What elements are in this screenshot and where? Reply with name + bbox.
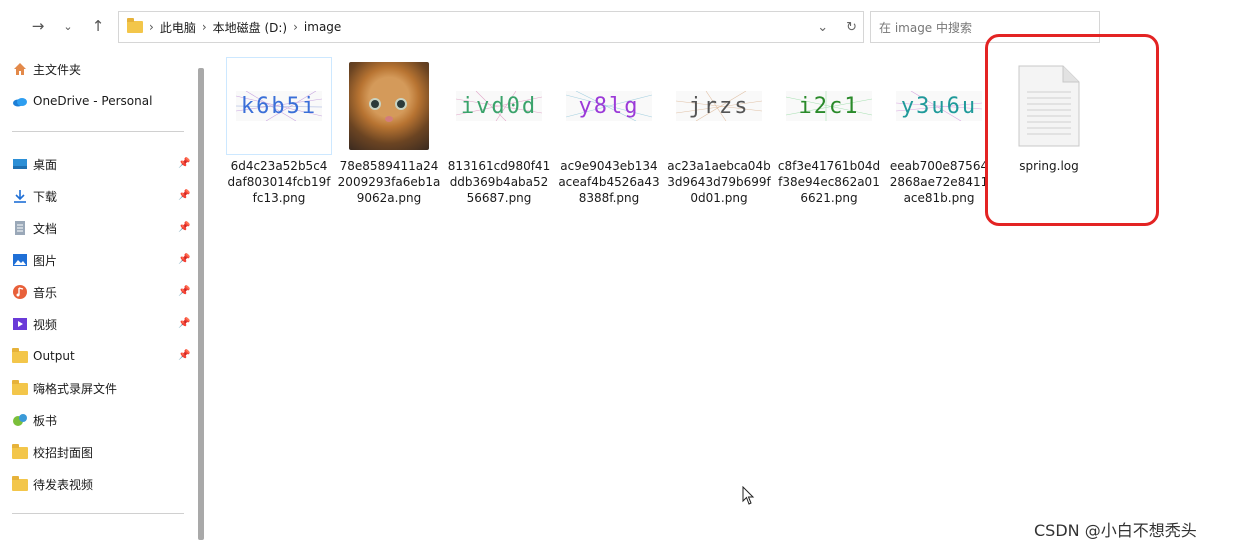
kitten-image	[349, 62, 429, 150]
file-thumbnail: y3u6u	[887, 58, 991, 154]
folder-icon	[12, 380, 28, 396]
file-item[interactable]: y3u6u eeab700e875642868ae72e8411ace81b.p…	[887, 58, 991, 206]
file-thumbnail: k6b5i	[226, 57, 332, 155]
pin-icon[interactable]: 📌	[178, 222, 190, 234]
music-icon	[13, 285, 27, 299]
navigation-pane: 主文件夹 OneDrive - Personal 桌面 📌 下载 📌 文档 📌 …	[0, 52, 208, 547]
chevron-right-icon: ›	[201, 20, 207, 34]
desktop-icon	[13, 159, 27, 169]
file-thumbnail: jrzs	[667, 58, 771, 154]
sidebar-item-desktop[interactable]: 桌面	[12, 153, 57, 175]
pin-icon[interactable]: 📌	[178, 190, 190, 202]
sidebar-item-documents[interactable]: 文档	[12, 217, 57, 239]
file-name: 6d4c23a52b5c4daf803014fcb19ffc13.png	[227, 159, 331, 205]
captcha-text: y8lg	[578, 93, 640, 119]
captcha-text: ivd0d	[460, 93, 538, 119]
pin-icon[interactable]: 📌	[178, 350, 190, 362]
sidebar-item-label: 图片	[33, 253, 58, 268]
sidebar-item-label: 桌面	[33, 157, 58, 172]
sidebar-item-label: 视频	[33, 317, 58, 332]
highlight-annotation	[985, 34, 1159, 226]
breadcrumb-item[interactable]: 此电脑	[160, 19, 196, 36]
folder-icon	[127, 18, 143, 33]
cloud-icon	[13, 98, 27, 107]
file-thumbnail: ivd0d	[447, 58, 551, 154]
sidebar-item-label: 文档	[33, 221, 58, 236]
file-item[interactable]: y8lg ac9e9043eb134aceaf4b4526a438388f.pn…	[557, 58, 661, 206]
file-name: eeab700e875642868ae72e8411ace81b.png	[889, 159, 989, 205]
app-icon	[13, 414, 27, 426]
recent-locations-button[interactable]: ⌄	[56, 14, 80, 38]
sidebar-item-music[interactable]: 音乐	[12, 281, 57, 303]
sidebar-item-downloads[interactable]: 下载	[12, 185, 57, 207]
sidebar-item-label: 待发表视频	[33, 477, 94, 492]
document-icon	[15, 221, 25, 235]
sidebar-item-videos[interactable]: 视频	[12, 313, 57, 335]
sidebar-item-onedrive[interactable]: OneDrive - Personal	[12, 90, 152, 112]
mouse-cursor-icon	[742, 486, 755, 505]
up-button[interactable]: ↑	[86, 14, 110, 38]
sidebar-item-home[interactable]: 主文件夹	[12, 58, 81, 80]
breadcrumb-item[interactable]: 本地磁盘 (D:)	[213, 19, 287, 36]
video-icon	[13, 318, 27, 330]
captcha-text: y3u6u	[900, 93, 978, 119]
file-thumbnail: y8lg	[557, 58, 661, 154]
sidebar-item-label: 主文件夹	[33, 62, 82, 77]
pin-icon[interactable]: 📌	[178, 254, 190, 266]
arrow-up-icon: ↑	[91, 17, 105, 35]
file-item[interactable]: k6b5i 6d4c23a52b5c4daf803014fcb19ffc13.p…	[226, 57, 332, 206]
pin-icon[interactable]: 📌	[178, 158, 190, 170]
sidebar-scrollbar[interactable]	[198, 68, 204, 540]
file-item[interactable]: i2c1 c8f3e41761b04df38e94ec862a016621.pn…	[777, 58, 881, 206]
chevron-right-icon: ›	[149, 20, 154, 34]
file-name: ac9e9043eb134aceaf4b4526a438388f.png	[558, 159, 660, 205]
file-thumbnail: i2c1	[777, 58, 881, 154]
sidebar-item-recording[interactable]: 嗨格式录屏文件	[12, 377, 117, 399]
watermark: CSDN @小白不想秃头	[1034, 521, 1197, 540]
download-icon	[14, 190, 26, 203]
file-item[interactable]: ivd0d 813161cd980f41ddb369b4aba5256687.p…	[447, 58, 551, 206]
sidebar-item-label: 板书	[33, 413, 58, 428]
file-name: 813161cd980f41ddb369b4aba5256687.png	[447, 159, 551, 205]
sidebar-divider	[12, 131, 184, 132]
folder-icon	[12, 444, 28, 460]
sidebar-item-blackboard[interactable]: 板书	[12, 409, 57, 431]
folder-icon	[12, 348, 28, 364]
sidebar-item-label: OneDrive - Personal	[33, 94, 153, 108]
captcha-text: k6b5i	[240, 93, 318, 119]
address-bar[interactable]: › 此电脑 › 本地磁盘 (D:) › image ⌄ ↻	[118, 11, 864, 43]
sidebar-item-label: 下载	[33, 189, 58, 204]
file-item[interactable]: 78e8589411a242009293fa6eb1a9062a.png	[337, 58, 441, 206]
sidebar-item-output[interactable]: Output	[12, 345, 75, 367]
captcha-text: i2c1	[798, 93, 860, 119]
sidebar-item-campus-cover[interactable]: 校招封面图	[12, 441, 93, 463]
sidebar-item-label: 校招封面图	[33, 445, 94, 460]
sidebar-item-label: 嗨格式录屏文件	[33, 381, 118, 396]
address-history-dropdown[interactable]: ⌄	[817, 20, 828, 35]
home-icon	[14, 63, 26, 75]
captcha-text: jrzs	[688, 93, 750, 119]
sidebar-item-pictures[interactable]: 图片	[12, 249, 57, 271]
sidebar-divider	[12, 513, 184, 514]
search-placeholder: 在 image 中搜索	[879, 20, 973, 35]
chevron-down-icon: ⌄	[63, 19, 73, 33]
refresh-icon[interactable]: ↻	[846, 20, 857, 35]
arrow-right-icon: →	[31, 17, 45, 35]
sidebar-item-label: 音乐	[33, 285, 58, 300]
file-item[interactable]: jrzs ac23a1aebca04b3d9643d79b699f0d01.pn…	[667, 58, 771, 206]
sidebar-item-label: Output	[33, 349, 75, 363]
chevron-right-icon: ›	[293, 20, 298, 34]
file-name: ac23a1aebca04b3d9643d79b699f0d01.png	[667, 159, 771, 205]
pin-icon[interactable]: 📌	[178, 286, 190, 298]
picture-icon	[13, 254, 27, 266]
forward-button[interactable]: →	[26, 14, 50, 38]
file-name: c8f3e41761b04df38e94ec862a016621.png	[777, 159, 881, 205]
file-name: 78e8589411a242009293fa6eb1a9062a.png	[337, 159, 441, 205]
pin-icon[interactable]: 📌	[178, 318, 190, 330]
breadcrumb-item[interactable]: image	[304, 20, 341, 34]
file-thumbnail	[337, 58, 441, 154]
sidebar-item-pending-videos[interactable]: 待发表视频	[12, 473, 93, 495]
folder-icon	[12, 476, 28, 492]
